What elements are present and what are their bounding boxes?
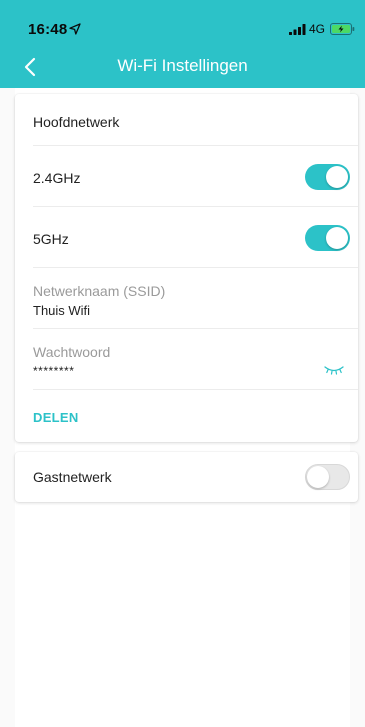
cellular-signal-icon (289, 24, 306, 35)
band-24ghz-label: 2.4GHz (33, 170, 81, 186)
share-button[interactable]: DELEN (33, 410, 79, 425)
main-network-card: Hoofdnetwerk 2.4GHz 5GHz Netwerknaam (SS… (15, 94, 358, 442)
toggle-knob (307, 466, 329, 488)
band-24ghz-toggle[interactable] (305, 164, 350, 190)
toggle-knob (326, 227, 348, 249)
guest-network-card[interactable]: Gastnetwerk (15, 452, 358, 502)
ssid-label: Netwerknaam (SSID) (33, 283, 166, 299)
status-bar: 16:48 4G (0, 0, 365, 40)
band-5ghz-row[interactable]: 5GHz (33, 207, 358, 268)
guest-network-label: Gastnetwerk (33, 469, 112, 485)
page-title: Wi-Fi Instellingen (117, 56, 248, 75)
ssid-value[interactable]: Thuis Wifi (33, 303, 90, 318)
main-network-heading-row: Hoofdnetwerk (33, 94, 358, 146)
app-header: 16:48 4G Wi-Fi Instellingen (0, 0, 365, 88)
ssid-row[interactable]: Netwerknaam (SSID) Thuis Wifi (33, 268, 358, 329)
band-5ghz-label: 5GHz (33, 231, 69, 247)
network-type-label: 4G (309, 22, 326, 36)
status-time: 16:48 (28, 21, 68, 38)
page-gutter-left (0, 88, 15, 727)
battery-charging-icon (330, 23, 355, 35)
eye-closed-icon[interactable] (324, 365, 344, 375)
password-value[interactable]: ******** (33, 364, 74, 378)
band-5ghz-toggle[interactable] (305, 225, 350, 251)
guest-network-toggle[interactable] (305, 464, 350, 490)
password-row[interactable]: Wachtwoord ******** (33, 329, 358, 390)
toggle-knob (326, 166, 348, 188)
location-arrow-icon (69, 23, 81, 35)
password-label: Wachtwoord (33, 344, 111, 360)
main-network-heading: Hoofdnetwerk (33, 114, 120, 130)
band-24ghz-row[interactable]: 2.4GHz (33, 146, 358, 207)
